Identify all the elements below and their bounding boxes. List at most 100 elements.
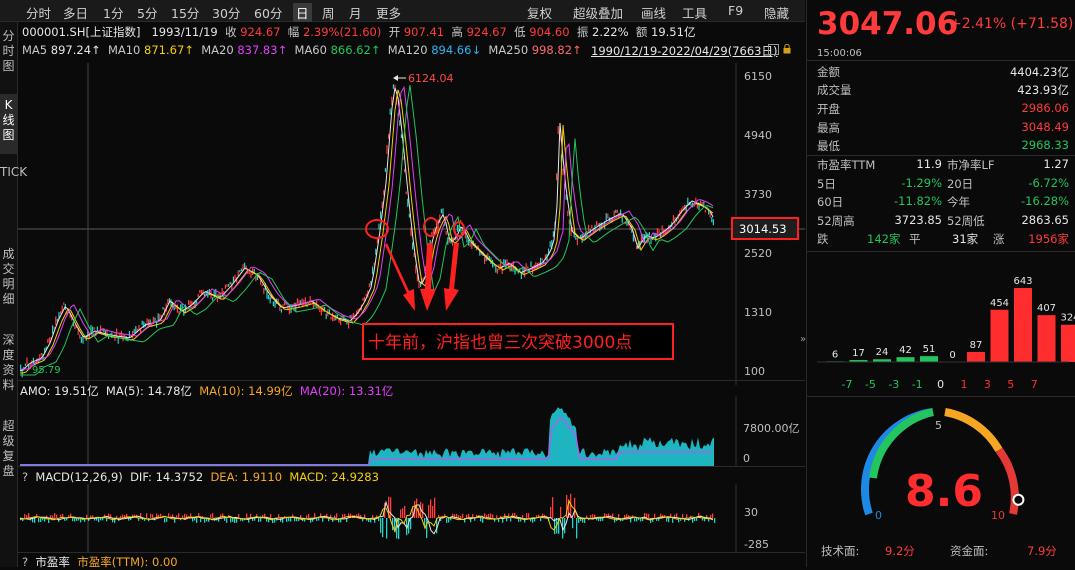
macd-bar	[480, 518, 482, 522]
candle	[280, 309, 282, 313]
kline-chart[interactable]: 6124.04 95.79 6150 4940 3730 2520 1310 1…	[18, 63, 805, 385]
candle	[575, 236, 577, 240]
period-tab[interactable]: 多日	[63, 3, 88, 22]
candle	[92, 326, 94, 332]
candle	[304, 297, 306, 306]
draw-line-button[interactable]: 画线	[641, 3, 666, 22]
period-tab[interactable]: 分时	[26, 3, 51, 22]
distribution-bar	[990, 309, 1009, 362]
macd-bar	[258, 518, 260, 522]
candle	[237, 270, 239, 277]
macd-bar	[382, 518, 384, 538]
amp-label: 幅	[287, 25, 300, 39]
arrow-1	[385, 243, 415, 311]
candle	[557, 126, 559, 135]
macd-bar	[28, 513, 30, 518]
distribution-label: 3	[984, 378, 991, 391]
candle	[312, 300, 314, 309]
macd-bar	[402, 508, 404, 518]
y-tick: 1310	[744, 306, 772, 319]
distribution-label: -7	[842, 378, 853, 391]
macd-bar	[528, 513, 530, 519]
macd-bar	[590, 514, 592, 519]
lock-icon[interactable]	[783, 43, 791, 54]
gauge-min: 0	[875, 509, 882, 522]
candle	[74, 324, 76, 329]
candle	[399, 120, 401, 126]
candle	[224, 284, 226, 289]
candle	[407, 198, 409, 207]
tab-timeshare[interactable]: 分时图	[0, 26, 17, 85]
macd-y-tick: 30	[744, 506, 758, 519]
tab-tick[interactable]: TICK	[0, 162, 27, 233]
advance-decline-distribution: 6 17 24 42 51 0 87 454 643 407 324 -7 -5 -3 -1 0 1 3 5 7	[817, 276, 1075, 391]
vol-y-tick: 0	[743, 452, 750, 465]
distribution-label: -5	[865, 378, 876, 391]
macd-bar	[460, 515, 462, 519]
adjust-button[interactable]: 复权	[527, 3, 552, 22]
macd-bar	[390, 497, 392, 519]
tech-score: 9.2分	[885, 544, 915, 558]
candle	[405, 191, 407, 195]
candle	[239, 270, 241, 273]
candle	[378, 223, 380, 230]
macd-bar	[178, 513, 180, 518]
candle	[261, 284, 263, 287]
candle	[591, 224, 593, 229]
tab-super-review[interactable]: 超级复盘	[0, 416, 17, 491]
overlay-button[interactable]: 超级叠加	[573, 3, 623, 22]
candle	[232, 276, 234, 283]
distribution-bar	[1061, 324, 1075, 362]
candle	[541, 258, 543, 261]
macd-bar	[572, 518, 574, 529]
macd-chart[interactable]: 30 -285	[18, 484, 805, 552]
distribution-count: 643	[1013, 276, 1032, 287]
period-tab[interactable]: 月	[349, 3, 362, 22]
gauge-score: 8.6	[905, 466, 983, 517]
candle	[26, 357, 28, 365]
period-tab[interactable]: 5分	[137, 3, 157, 22]
period-tab[interactable]: 周	[322, 3, 335, 22]
tools-button[interactable]: 工具	[682, 3, 707, 22]
macd-bar	[98, 518, 100, 523]
tab-kline[interactable]: K线图	[0, 94, 17, 154]
candle	[605, 213, 607, 222]
volume-chart[interactable]: 7800.00亿 0	[18, 396, 805, 466]
macd-bar	[40, 518, 42, 522]
period-tab[interactable]: 60分	[254, 3, 282, 22]
ma120-label: MA120	[387, 43, 428, 57]
period-tab[interactable]: 15分	[171, 3, 199, 22]
candle	[527, 266, 529, 269]
open-value: 907.41	[403, 25, 445, 39]
macd-bar	[166, 518, 168, 522]
candle	[24, 363, 26, 366]
window-restore-icon[interactable]	[768, 44, 779, 55]
tab-depth-info[interactable]: 深度资料	[0, 330, 17, 405]
period-tab-active[interactable]: 日	[293, 3, 312, 22]
macd-bar	[602, 518, 604, 521]
row-breadth: 跌 142家 平 31家 涨 1956家	[817, 232, 1069, 246]
candle	[389, 108, 391, 115]
macd-bar	[404, 505, 406, 519]
macd-bar	[540, 518, 542, 522]
macd-value: MACD: 24.9283	[289, 470, 379, 484]
macd-bar	[634, 518, 636, 522]
help-icon[interactable]: ?	[22, 470, 28, 484]
period-tab[interactable]: 1分	[103, 3, 123, 22]
macd-bar	[646, 513, 648, 518]
macd-bar	[492, 514, 494, 518]
macd-bar	[270, 514, 272, 519]
dea-value: DEA: 1.9110	[210, 470, 283, 484]
distribution-count: 17	[852, 348, 865, 359]
period-tab-more[interactable]: 更多	[376, 3, 401, 22]
macd-bar	[510, 518, 512, 522]
candle	[154, 317, 156, 323]
hide-button[interactable]: 隐藏	[764, 3, 789, 22]
f9-button[interactable]: F9	[728, 3, 743, 18]
period-tab[interactable]: 30分	[212, 3, 240, 22]
distribution-bar	[1014, 288, 1032, 362]
date-range[interactable]: 1990/12/19-2022/04/29(7663日)	[591, 43, 777, 59]
candle	[412, 242, 414, 250]
macd-bar	[686, 514, 688, 519]
tab-trade-detail[interactable]: 成交明细	[0, 244, 17, 319]
